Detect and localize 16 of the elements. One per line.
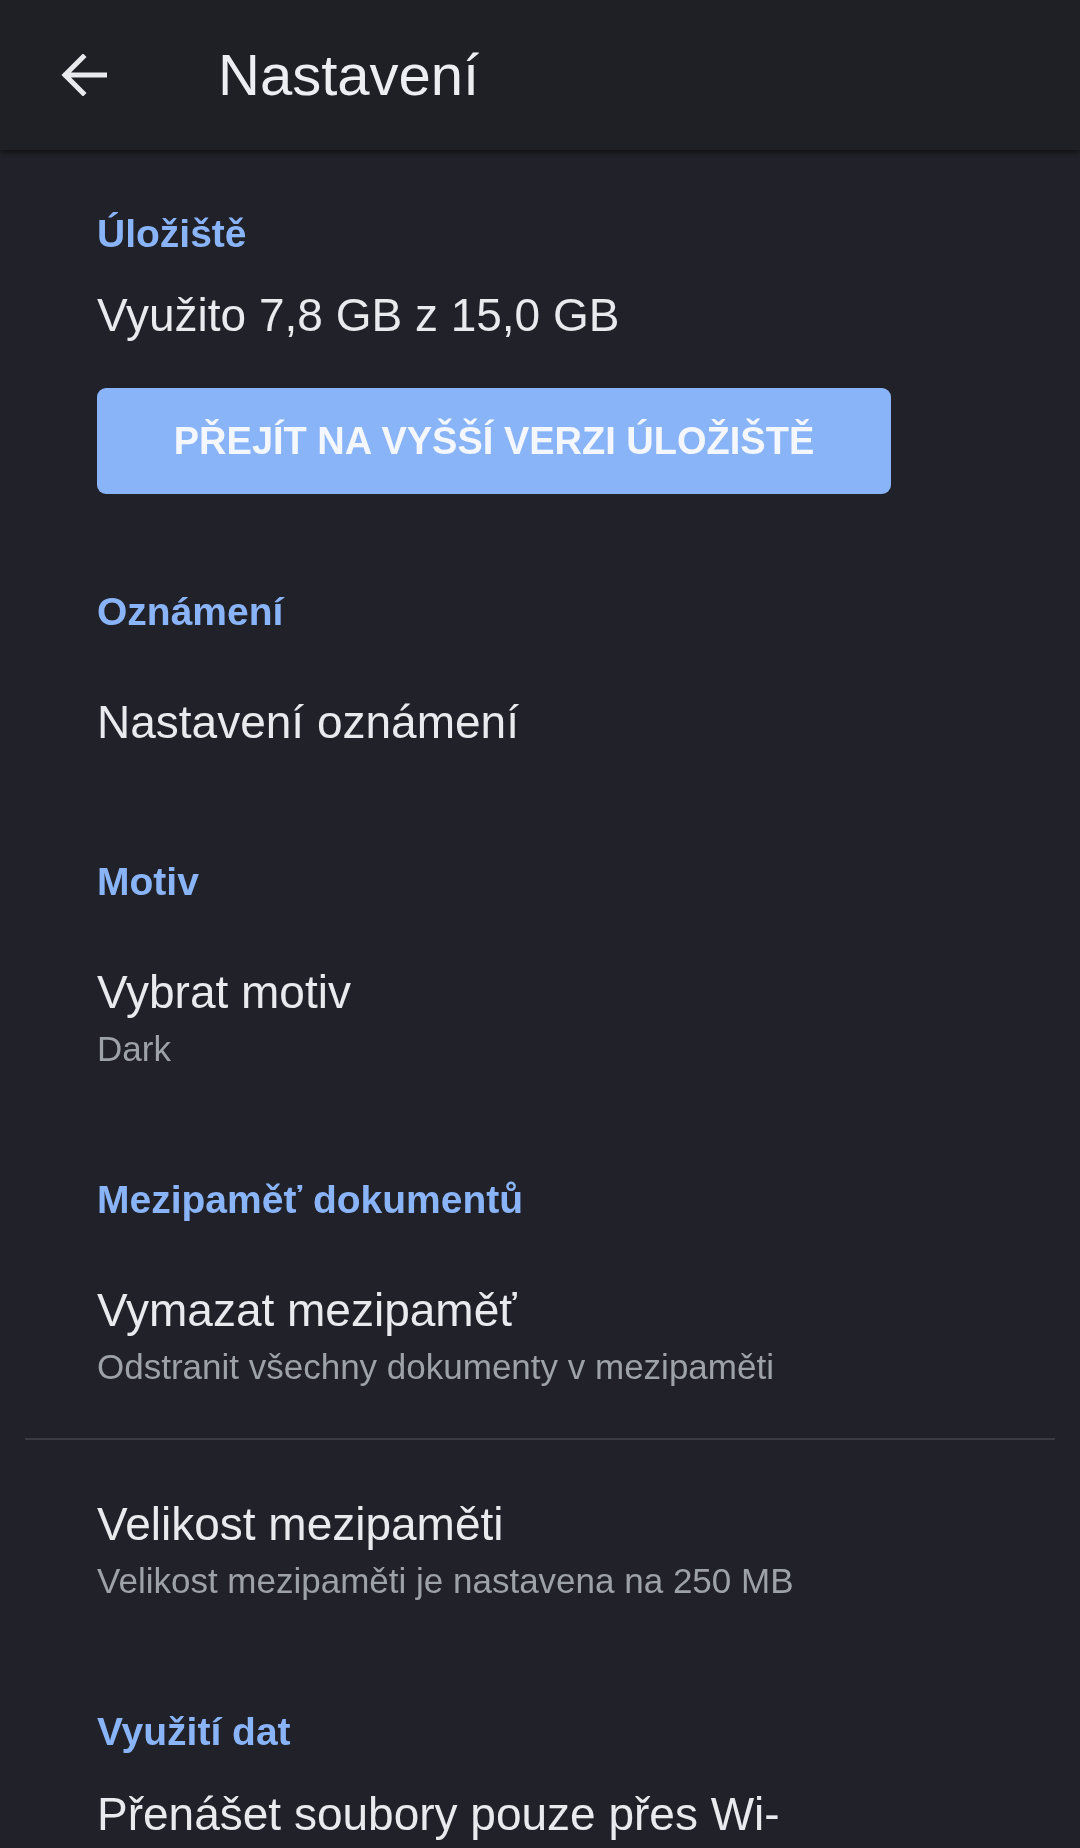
setting-title[interactable]: Přenášet soubory pouze přes Wi-: [97, 1786, 780, 1842]
screen-title: Nastavení: [218, 41, 480, 109]
setting-title[interactable]: Nastavení oznámení: [97, 694, 519, 750]
setting-summary: Velikost mezipaměti je nastavena na 250 MB: [97, 1560, 794, 1602]
section-header: Využití dat: [97, 1709, 291, 1755]
setting-title[interactable]: Velikost mezipaměti: [97, 1496, 504, 1552]
section-header: Mezipaměť dokumentů: [97, 1177, 524, 1223]
section-header: Motiv: [97, 859, 199, 905]
setting-summary: Odstranit všechny dokumenty v mezipaměti: [97, 1346, 774, 1388]
section-header: Oznámení: [97, 589, 284, 635]
setting-summary: Dark: [97, 1028, 171, 1070]
section-header: Úložiště: [97, 211, 247, 257]
setting-title[interactable]: Vybrat motiv: [97, 964, 351, 1020]
storage-usage-text: Využito 7,8 GB z 15,0 GB: [97, 288, 620, 343]
back-arrow-icon[interactable]: [61, 54, 107, 96]
setting-title[interactable]: Vymazat mezipaměť: [97, 1282, 517, 1338]
